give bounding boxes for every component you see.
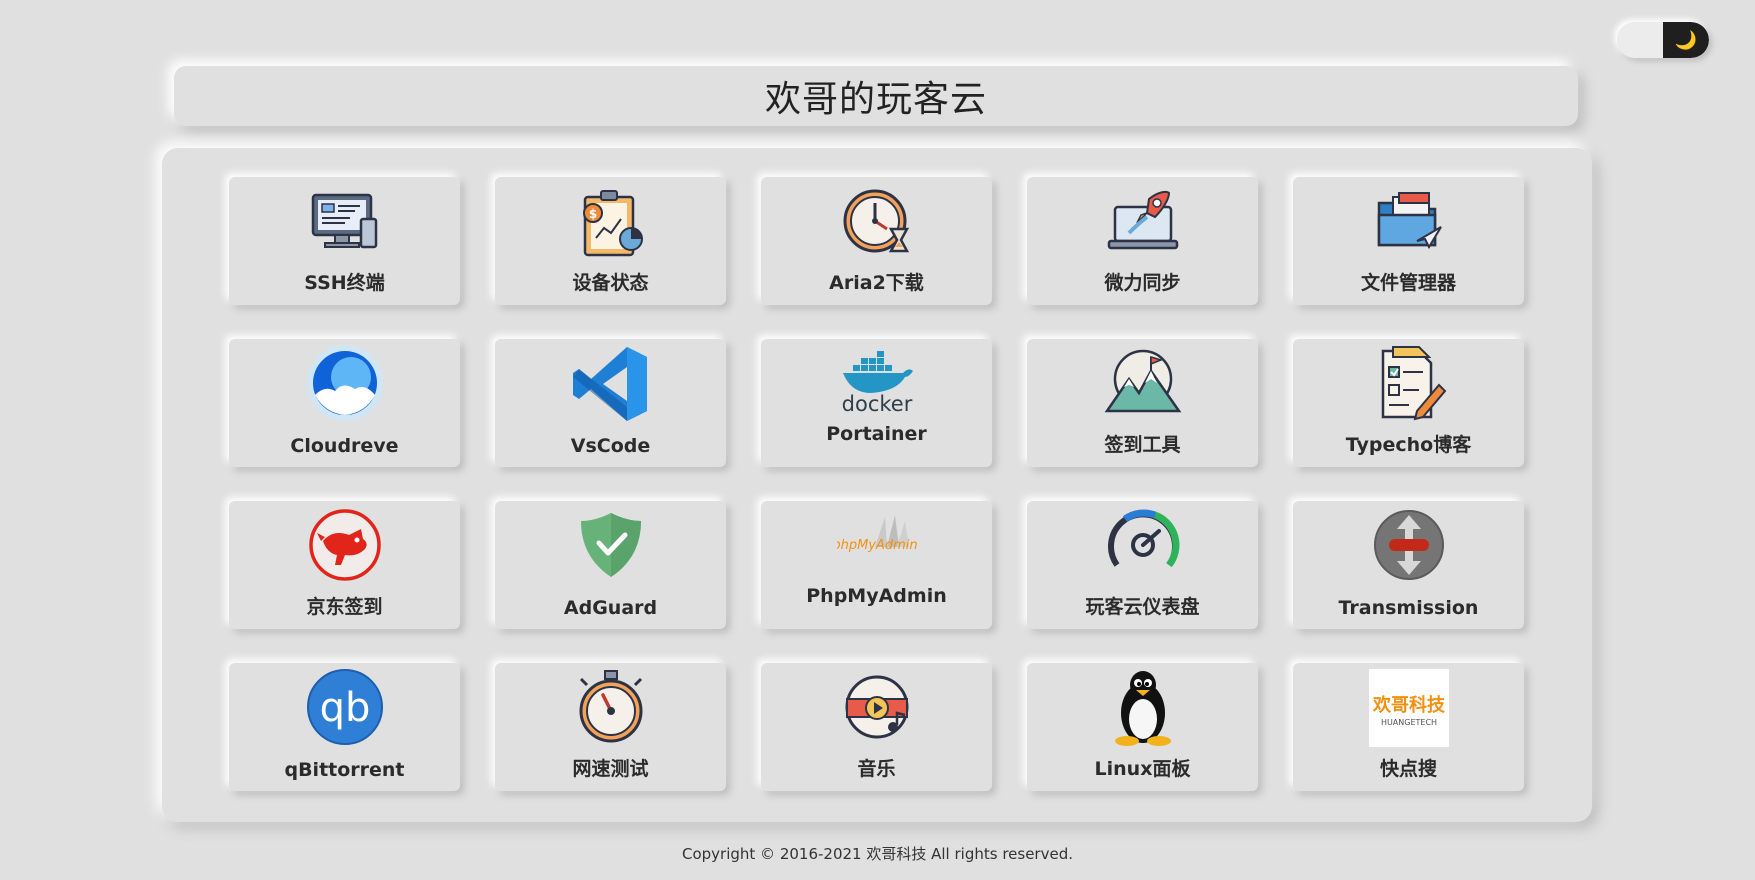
folder-icon bbox=[1369, 183, 1449, 261]
app-card-music[interactable]: 音乐 bbox=[761, 663, 992, 791]
app-label: Cloudreve bbox=[290, 435, 399, 457]
app-card-linux-panel[interactable]: Linux面板 bbox=[1027, 663, 1258, 791]
app-label: qBittorrent bbox=[284, 759, 405, 781]
app-label: Linux面板 bbox=[1094, 758, 1191, 780]
app-label: 微力同步 bbox=[1104, 272, 1181, 294]
app-label: 文件管理器 bbox=[1360, 272, 1456, 294]
app-label: 网速测试 bbox=[572, 758, 649, 780]
jd-dog-icon bbox=[305, 507, 385, 585]
docker-logo-text: docker bbox=[841, 392, 912, 416]
app-label: 设备状态 bbox=[572, 272, 649, 294]
app-card-transmission[interactable]: Transmission bbox=[1293, 501, 1524, 629]
phpmyadmin-icon: phpMyAdmin bbox=[837, 507, 917, 585]
app-card-aria2[interactable]: Aria2下载 bbox=[761, 177, 992, 305]
app-card-dashboard[interactable]: 玩客云仪表盘 bbox=[1027, 501, 1258, 629]
footer-copyright: Copyright © 2016-2021 欢哥科技 All rights re… bbox=[682, 845, 1073, 863]
app-card-phpmyadmin[interactable]: phpMyAdmin PhpMyAdmin bbox=[761, 501, 992, 629]
computer-terminal-icon bbox=[305, 183, 385, 261]
page-title: 欢哥的玩客云 bbox=[764, 79, 987, 120]
app-label: 快点搜 bbox=[1379, 758, 1437, 780]
huangetech-logo-subtext: HUANGETECH bbox=[1380, 718, 1436, 727]
clipboard-chart-icon: $ bbox=[571, 183, 651, 261]
vscode-icon bbox=[571, 345, 651, 423]
app-card-ssh[interactable]: SSH终端 bbox=[229, 177, 460, 305]
laptop-rocket-icon bbox=[1103, 183, 1183, 261]
phpmyadmin-logo-text: phpMyAdmin bbox=[837, 538, 917, 553]
svg-text:$: $ bbox=[588, 207, 596, 221]
transmission-icon bbox=[1369, 507, 1449, 585]
app-card-quick-search[interactable]: 欢哥科技 HUANGETECH 快点搜 bbox=[1293, 663, 1524, 791]
app-label: 音乐 bbox=[857, 758, 896, 780]
app-card-device-status[interactable]: $ 设备状态 bbox=[495, 177, 726, 305]
huangetech-logo-icon: 欢哥科技 HUANGETECH bbox=[1368, 669, 1449, 747]
cloudreve-icon bbox=[305, 345, 385, 423]
dark-mode-side: 🌙 bbox=[1663, 22, 1709, 58]
app-card-portainer[interactable]: docker Portainer bbox=[761, 339, 992, 467]
app-label: 玩客云仪表盘 bbox=[1085, 596, 1200, 618]
app-label: 京东签到 bbox=[306, 596, 383, 618]
header: 欢哥的玩客云 bbox=[174, 66, 1578, 126]
stopwatch-icon bbox=[571, 669, 651, 747]
tux-penguin-icon bbox=[1103, 669, 1183, 747]
app-card-checkin-tool[interactable]: 签到工具 bbox=[1027, 339, 1258, 467]
document-pencil-icon bbox=[1369, 345, 1449, 423]
app-label: VsCode bbox=[570, 435, 651, 457]
app-label: Aria2下载 bbox=[829, 272, 924, 294]
huangetech-logo-text: 欢哥科技 bbox=[1372, 694, 1446, 716]
app-card-verysync[interactable]: 微力同步 bbox=[1027, 177, 1258, 305]
app-label: Typecho博客 bbox=[1345, 434, 1472, 456]
app-label: PhpMyAdmin bbox=[806, 585, 947, 607]
gauge-icon bbox=[1103, 507, 1183, 585]
app-label: 签到工具 bbox=[1104, 434, 1181, 456]
light-mode-side bbox=[1617, 22, 1663, 58]
app-card-file-manager[interactable]: 文件管理器 bbox=[1293, 177, 1524, 305]
theme-toggle[interactable]: 🌙 bbox=[1617, 22, 1709, 58]
clock-hourglass-icon bbox=[837, 183, 917, 261]
moon-icon: 🌙 bbox=[1674, 29, 1698, 51]
shield-check-icon bbox=[571, 507, 651, 585]
music-play-icon bbox=[837, 669, 917, 747]
app-card-typecho[interactable]: Typecho博客 bbox=[1293, 339, 1524, 467]
app-card-speedtest[interactable]: 网速测试 bbox=[495, 663, 726, 791]
app-card-jd-checkin[interactable]: 京东签到 bbox=[229, 501, 460, 629]
app-grid: SSH终端 $ 设备状态 Aria2下载 微力同步 文件管理器 Cloudrev… bbox=[229, 177, 1524, 791]
app-card-cloudreve[interactable]: Cloudreve bbox=[229, 339, 460, 467]
docker-icon: docker bbox=[837, 345, 917, 423]
mountain-flag-icon bbox=[1103, 345, 1183, 423]
app-label: Transmission bbox=[1338, 597, 1479, 619]
app-label: Portainer bbox=[826, 423, 927, 445]
qbittorrent-icon: qb bbox=[305, 669, 385, 747]
app-card-adguard[interactable]: AdGuard bbox=[495, 501, 726, 629]
app-label: AdGuard bbox=[563, 597, 658, 619]
app-label: SSH终端 bbox=[304, 272, 385, 294]
app-card-qbittorrent[interactable]: qb qBittorrent bbox=[229, 663, 460, 791]
qb-logo-text: qb bbox=[319, 685, 370, 731]
app-card-vscode[interactable]: VsCode bbox=[495, 339, 726, 467]
